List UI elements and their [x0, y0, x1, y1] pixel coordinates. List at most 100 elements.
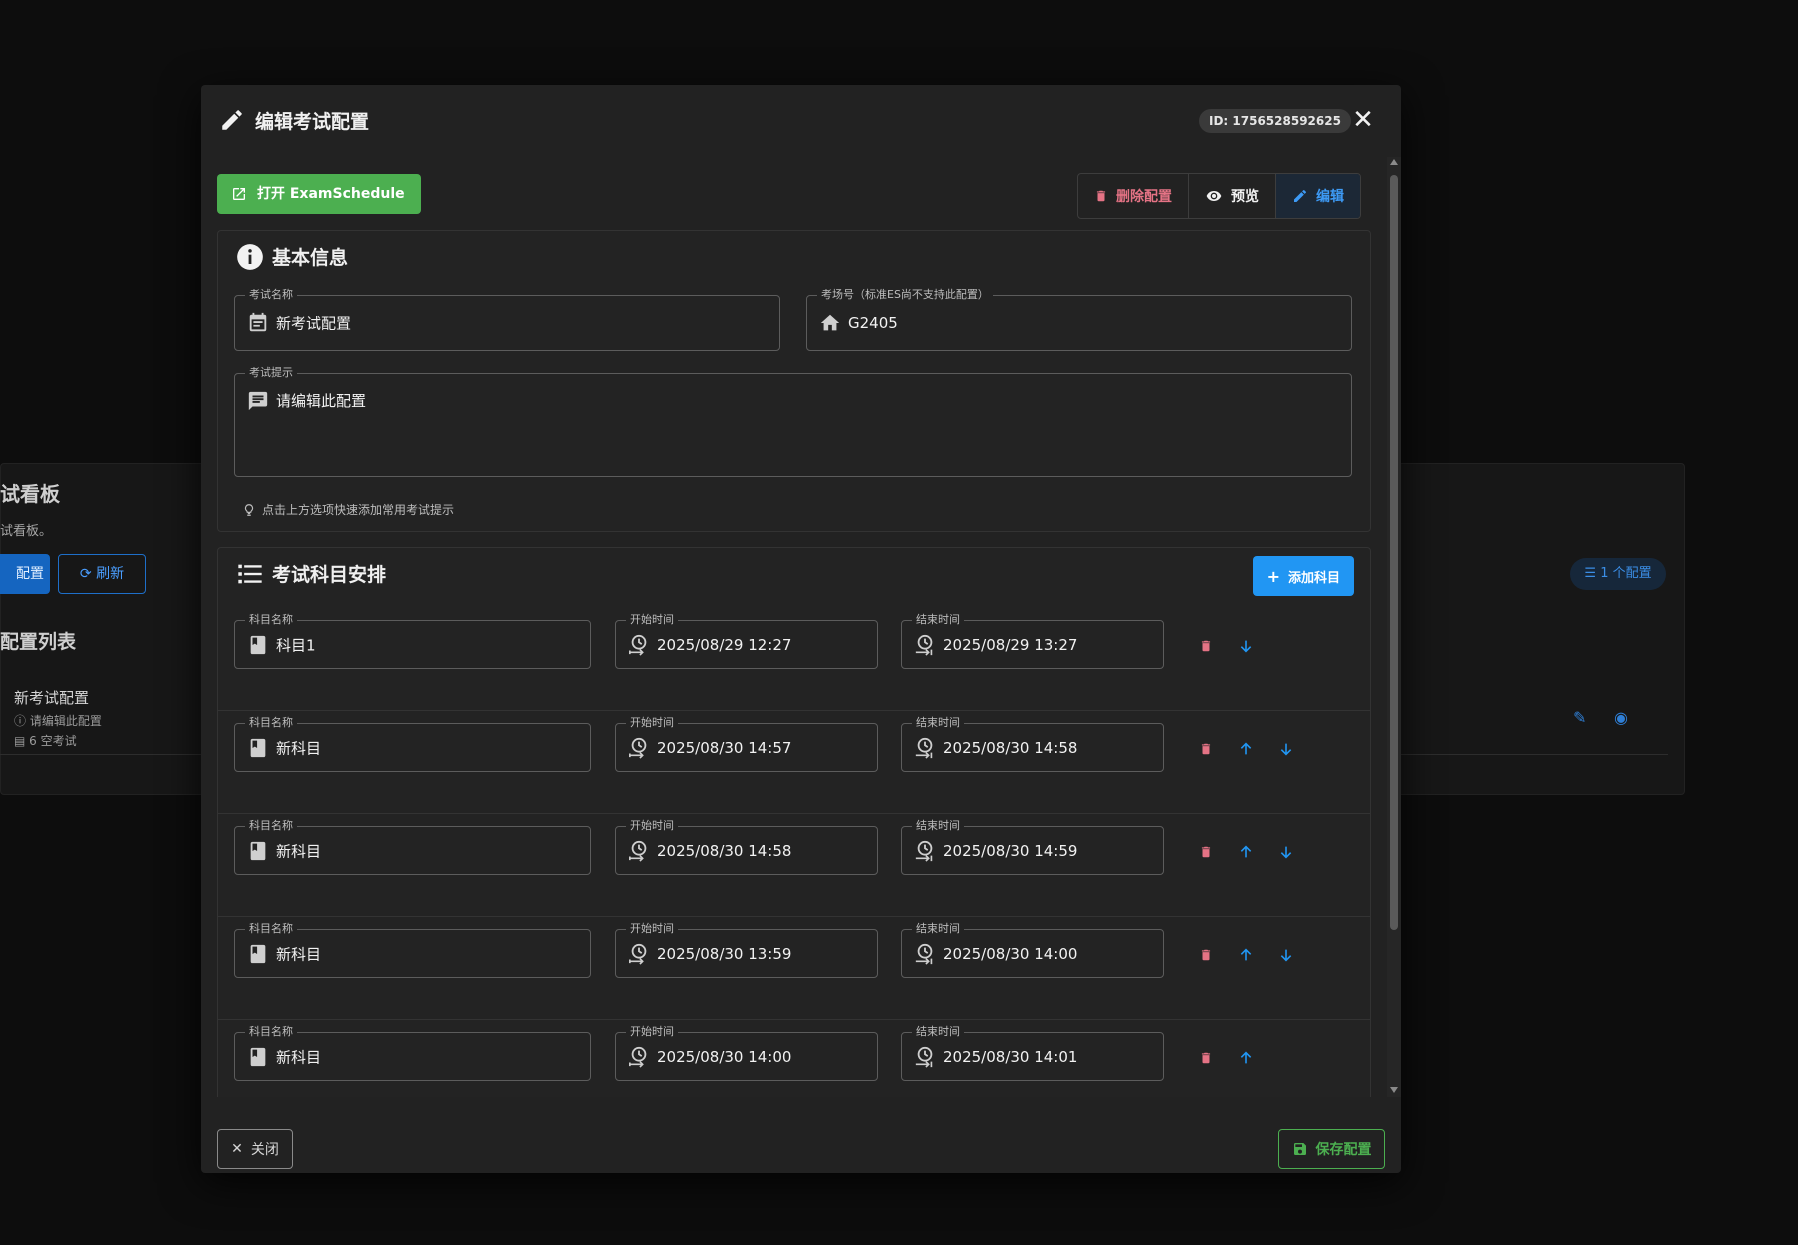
subject-name-field[interactable]: 科目名称 新科目	[234, 1025, 591, 1081]
subject-name-value: 科目1	[276, 636, 316, 654]
scroll-up-arrow-icon[interactable]	[1390, 159, 1398, 165]
subject-name-label: 科目名称	[245, 716, 297, 730]
subject-name-field[interactable]: 科目名称新科目	[234, 716, 591, 772]
background-list-title: 配置列表	[0, 631, 77, 653]
background-item-title: 新考试配置	[14, 689, 90, 707]
arrow-down-icon	[1280, 743, 1292, 756]
background-refresh-button: ⟳ 刷新	[58, 554, 146, 594]
end-time-field[interactable]: 结束时间 2025/08/30 14:01	[901, 1025, 1164, 1081]
plus-icon: +	[1266, 566, 1280, 586]
clock-end-icon	[915, 943, 933, 965]
pencil-icon	[1294, 189, 1307, 202]
list-icon: ☰	[1584, 566, 1601, 581]
start-time-field[interactable]: 开始时间 2025/08/30 14:57	[615, 716, 878, 772]
room-number-field[interactable]: 考场号（标准ES尚不支持此配置） G2405	[806, 288, 1352, 351]
clock-end-icon	[915, 1046, 933, 1068]
edit-mode-label: 编辑	[1316, 189, 1344, 205]
pencil-icon	[222, 110, 242, 130]
preview-label: 预览	[1231, 189, 1259, 205]
eye-icon	[1206, 191, 1222, 201]
move-up-button[interactable]	[1235, 841, 1257, 863]
basic-info-title: 基本信息	[272, 247, 349, 269]
move-down-button[interactable]	[1275, 944, 1297, 966]
edit-mode-button[interactable]: 编辑	[1276, 174, 1360, 218]
subject-row: 科目名称 科目1 开始时间 2025/08/29 12:27 结束时间 2025/08/2…	[218, 608, 1370, 711]
end-time-value: 2025/08/29 13:27	[943, 635, 1078, 654]
exam-name-label: 考试名称	[245, 288, 297, 302]
subjects-section: 考试科目安排 + 添加科目 科目名称 科目1 开始时间 2025/08/29 12:2…	[217, 547, 1371, 1097]
start-time-value: 2025/08/30 14:00	[657, 1047, 792, 1066]
delete-subject-button[interactable]	[1195, 738, 1217, 760]
close-button[interactable]: ✕ 关闭	[217, 1129, 293, 1169]
start-time-label: 开始时间	[626, 1025, 678, 1039]
start-time-label: 开始时间	[626, 613, 678, 627]
save-config-button[interactable]: 保存配置	[1278, 1129, 1385, 1169]
delete-subject-button[interactable]	[1195, 944, 1217, 966]
row-actions	[1195, 1047, 1257, 1069]
subject-name-value: 新科目	[276, 842, 322, 860]
move-down-button[interactable]	[1235, 635, 1257, 657]
clock-start-icon	[629, 634, 647, 656]
move-up-button[interactable]	[1235, 1047, 1257, 1069]
delete-config-button[interactable]: 删除配置	[1078, 174, 1189, 218]
clock-start-icon	[629, 1046, 647, 1068]
start-time-value: 2025/08/30 14:57	[657, 738, 792, 757]
clock-start-icon	[629, 840, 647, 862]
close-icon[interactable]: ✕	[1349, 107, 1377, 135]
arrow-down-icon	[1280, 846, 1292, 859]
subject-row: 科目名称 新科目 开始时间 2025/08/30 14:57 结束时间 2025/08/3…	[218, 711, 1370, 814]
delete-config-label: 删除配置	[1116, 189, 1172, 205]
dialog-scrollbar[interactable]	[1387, 157, 1401, 1097]
subject-name-field[interactable]: 科目名称 科目1	[234, 613, 591, 669]
start-time-field[interactable]: 开始时间 2025/08/30 14:58	[615, 819, 878, 875]
start-time-field[interactable]: 开始时间 2025/08/30 14:00	[615, 1025, 878, 1081]
refresh-icon: ⟳	[79, 566, 97, 582]
end-time-value: 2025/08/30 14:00	[943, 944, 1078, 963]
end-time-field[interactable]: 结束时间 2025/08/30 14:58	[901, 716, 1164, 772]
subject-name-field[interactable]: 科目名称 新科目	[234, 819, 591, 875]
dialog-header: 编辑考试配置 ID: 1756528592625 ✕	[201, 85, 1401, 157]
start-time-label: 开始时间	[626, 819, 678, 833]
start-time-value: 2025/08/30 13:59	[657, 944, 792, 963]
subject-name-field[interactable]: 科目名称 新科目	[234, 922, 591, 978]
add-subject-label: 添加科目	[1287, 570, 1340, 586]
background-item-count: ▤ 6 空考试	[14, 732, 77, 749]
start-time-field[interactable]: 开始时间 2025/08/30 13:59	[615, 922, 878, 978]
start-time-value: 2025/08/30 14:58	[657, 841, 792, 860]
start-time-label: 开始时间	[626, 922, 678, 936]
move-up-button[interactable]	[1235, 944, 1257, 966]
add-subject-button[interactable]: + 添加科目	[1252, 556, 1354, 596]
save-config-label: 保存配置	[1315, 1142, 1372, 1158]
pencil-icon: ✎	[1573, 708, 1587, 727]
subject-name-value: 新科目	[276, 945, 322, 963]
delete-subject-button[interactable]	[1195, 635, 1217, 657]
book-icon	[250, 841, 266, 860]
move-down-button[interactable]	[1275, 738, 1297, 760]
open-examschedule-button[interactable]: 打开 ExamSchedule	[217, 174, 421, 214]
end-time-field[interactable]: 结束时间 2025/08/30 14:00	[901, 922, 1164, 978]
scroll-thumb[interactable]	[1390, 175, 1398, 930]
clock-end-icon	[915, 840, 933, 862]
dialog-title: 编辑考试配置	[255, 111, 370, 133]
start-time-field[interactable]: 开始时间 2025/08/29 12:27	[615, 613, 878, 669]
refresh-label: 刷新	[96, 566, 125, 582]
arrow-down-icon	[1280, 949, 1292, 962]
exam-name-field[interactable]: 考试名称 新考试配置	[234, 288, 780, 351]
clock-start-icon	[629, 737, 647, 759]
delete-subject-button[interactable]	[1195, 841, 1217, 863]
subject-name-value: 新科目	[276, 739, 322, 757]
eye-icon: ◉	[1614, 708, 1628, 727]
end-time-field[interactable]: 结束时间 2025/08/29 13:27	[901, 613, 1164, 669]
scroll-down-arrow-icon[interactable]	[1390, 1087, 1398, 1093]
basic-info-section: 基本信息 考试名称 新考试配置 考场号（标准ES尚不支持此配置） G2405 考…	[217, 230, 1371, 532]
end-time-label: 结束时间	[912, 716, 964, 730]
move-up-button[interactable]	[1235, 738, 1257, 760]
stack-icon: ▤	[14, 734, 30, 748]
exam-tip-field[interactable]: 考试提示 请编辑此配置	[234, 366, 1352, 477]
room-number-value: G2405	[848, 314, 898, 332]
move-down-button[interactable]	[1275, 841, 1297, 863]
arrow-down-icon	[1240, 640, 1252, 653]
preview-button[interactable]: 预览	[1189, 174, 1276, 218]
end-time-field[interactable]: 结束时间 2025/08/30 14:59	[901, 819, 1164, 875]
delete-subject-button[interactable]	[1195, 1047, 1217, 1069]
